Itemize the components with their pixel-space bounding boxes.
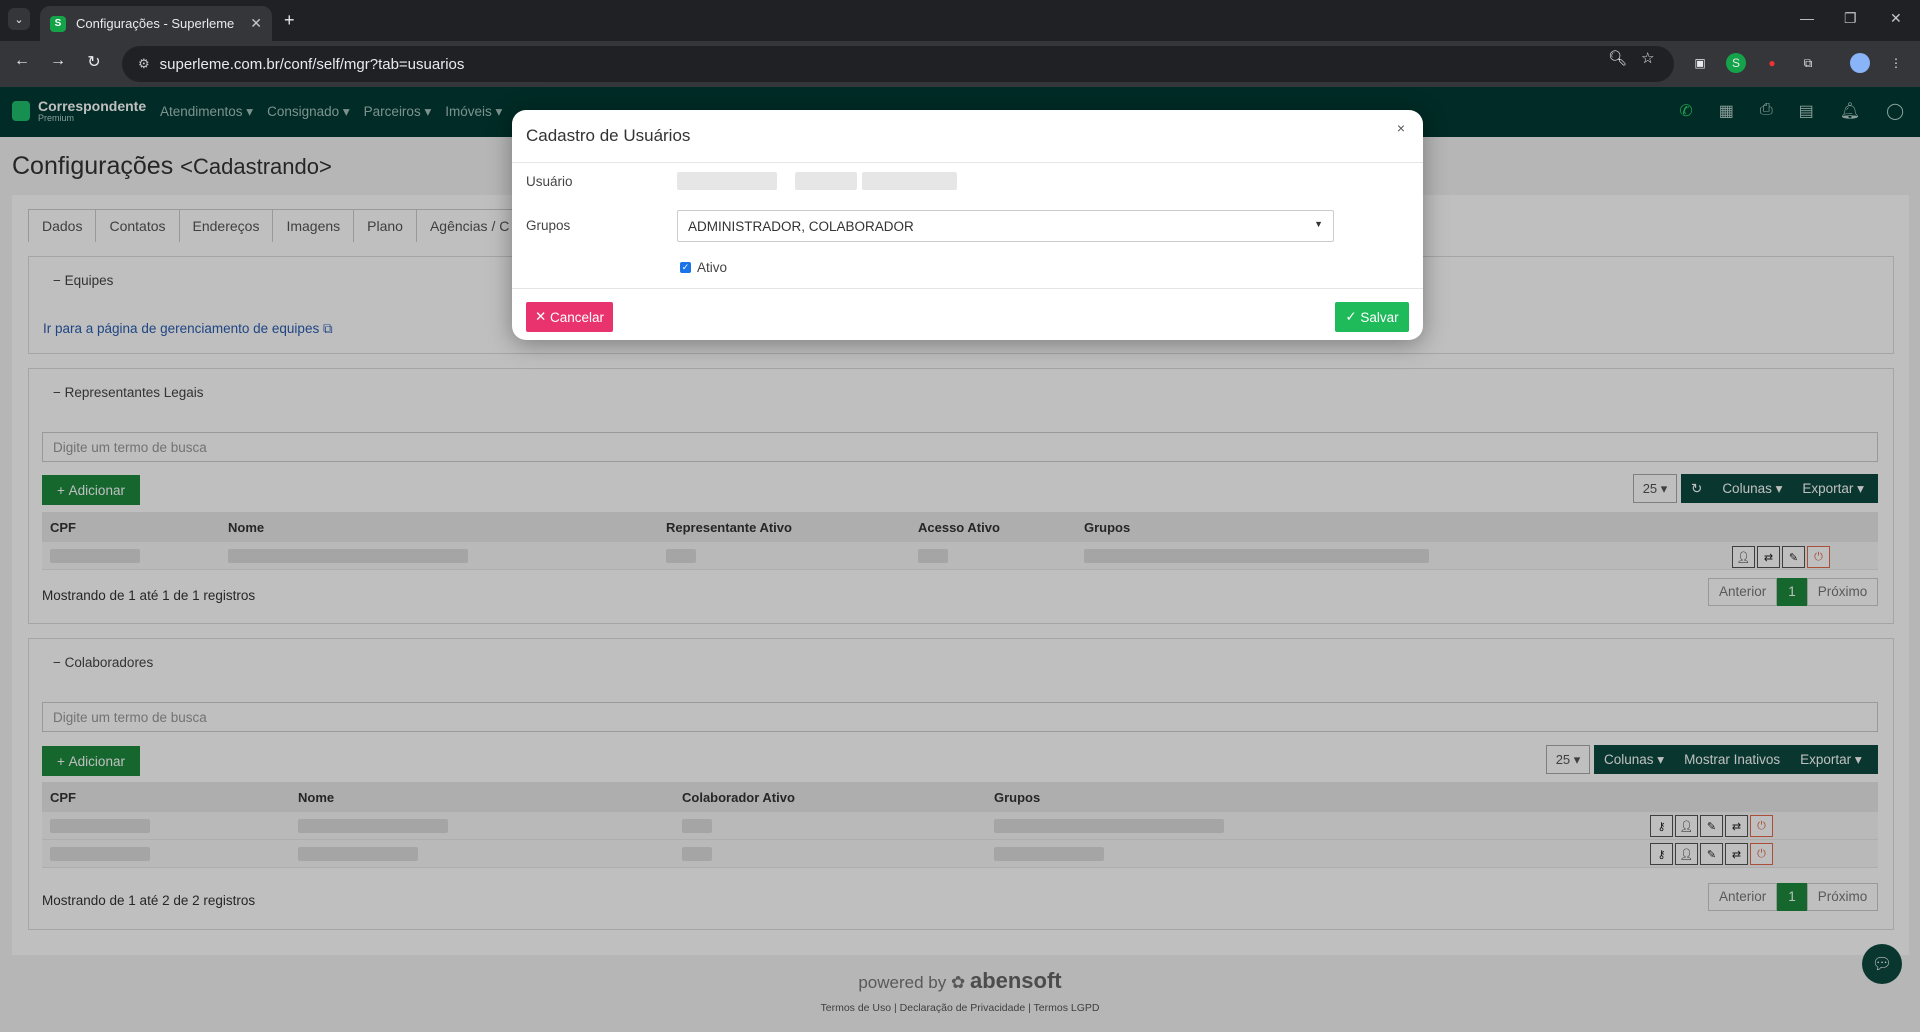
tab-close-icon[interactable]: ✕ (250, 15, 262, 32)
tab-search-chevron-icon[interactable]: ⌄ (8, 8, 30, 30)
groups-select-value: ADMINISTRADOR, COLABORADOR (688, 219, 914, 234)
profile-avatar-icon[interactable] (1850, 53, 1870, 73)
user-label: Usuário (526, 174, 573, 189)
save-label: Salvar (1360, 309, 1399, 325)
window-close-icon[interactable]: ✕ (1890, 10, 1902, 27)
favicon-icon: S (50, 15, 66, 32)
browser-tabstrip: ⌄ S Configurações - Superleme ✕ + — ❐ ✕ (0, 0, 1920, 41)
reload-icon[interactable]: ↻ (82, 52, 106, 72)
active-checkbox[interactable]: ✓ Ativo (680, 260, 727, 275)
zoom-icon[interactable]: 🔍︎ (1608, 49, 1627, 67)
forward-icon[interactable]: → (46, 52, 70, 70)
modal-title: Cadastro de Usuários (526, 126, 691, 145)
save-button[interactable]: ✓ Salvar (1335, 302, 1409, 332)
extension-superleme-icon[interactable]: S (1726, 53, 1746, 73)
redacted-user (862, 172, 957, 190)
user-registration-modal: Cadastro de Usuários × Usuário Grupos AD… (512, 110, 1423, 340)
modal-divider (512, 162, 1423, 163)
browser-toolbar: ← → ↻ ⚙ superleme.com.br/conf/self/mgr?t… (0, 41, 1920, 87)
groups-label: Grupos (526, 218, 571, 233)
site-info-icon[interactable]: ⚙ (138, 56, 150, 72)
restore-icon[interactable]: ❐ (1844, 10, 1857, 27)
modal-close-icon[interactable]: × (1397, 120, 1405, 136)
back-icon[interactable]: ← (10, 52, 34, 70)
redacted-user (795, 172, 857, 190)
tab-groups-icon[interactable]: ▣ (1690, 53, 1710, 73)
checkbox-checked-icon[interactable]: ✓ (680, 262, 691, 273)
bookmark-star-icon[interactable]: ☆ (1641, 49, 1654, 67)
active-label: Ativo (697, 260, 728, 275)
minimize-icon[interactable]: — (1800, 10, 1814, 26)
groups-select[interactable]: ADMINISTRADOR, COLABORADOR ▼ (677, 210, 1334, 242)
caret-down-icon: ▼ (1314, 219, 1323, 229)
url-text: superleme.com.br/conf/self/mgr?tab=usuar… (159, 55, 465, 73)
redacted-user (677, 172, 777, 190)
address-bar[interactable]: ⚙ superleme.com.br/conf/self/mgr?tab=usu… (122, 46, 1674, 82)
cancel-button[interactable]: ✕ Cancelar (526, 302, 613, 332)
extension-red-icon[interactable]: ● (1762, 53, 1782, 73)
x-icon: ✕ (534, 309, 547, 324)
extensions-puzzle-icon[interactable]: ⧉ (1798, 53, 1818, 73)
check-icon: ✓ (1345, 309, 1357, 324)
cancel-label: Cancelar (550, 309, 605, 325)
new-tab-icon[interactable]: + (284, 10, 295, 31)
browser-tab[interactable]: S Configurações - Superleme ✕ (40, 6, 272, 41)
modal-divider (512, 288, 1423, 289)
browser-menu-icon[interactable]: ⋮ (1886, 53, 1906, 73)
tab-title: Configurações - Superleme (76, 16, 235, 31)
